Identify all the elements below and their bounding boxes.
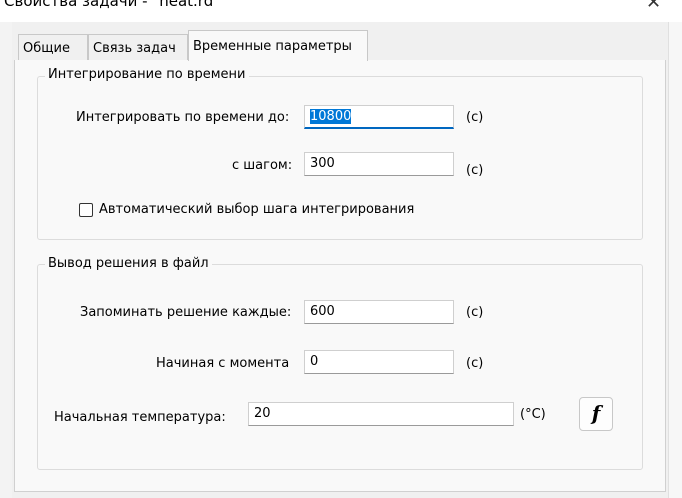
tab-task-link[interactable]: Связь задач	[88, 34, 188, 61]
integrate-until-input[interactable]: 10800	[304, 105, 454, 129]
save-every-input[interactable]: 600	[304, 300, 454, 324]
integrate-until-value: 10800	[310, 109, 352, 124]
window-title: Свойства задачи - "heat.rd"	[4, 0, 221, 10]
step-input[interactable]: 300	[304, 152, 454, 176]
tab-general[interactable]: Общие	[18, 34, 88, 61]
function-button[interactable]: f	[579, 397, 613, 431]
initial-temperature-label: Начальная температура:	[54, 410, 226, 425]
initial-temperature-unit: (°C)	[520, 407, 546, 422]
auto-step-label[interactable]: Автоматический выбор шага интегрирования	[99, 202, 414, 217]
tab-time-parameters[interactable]: Временные параметры	[188, 30, 368, 61]
integrate-until-label: Интегрировать по времени до:	[76, 110, 290, 125]
step-unit: (c)	[466, 163, 484, 178]
output-group-legend: Вывод решения в файл	[45, 256, 212, 271]
start-from-input[interactable]: 0	[304, 350, 454, 374]
integration-group-legend: Интегрирование по времени	[45, 67, 249, 82]
background-window-left	[0, 22, 12, 498]
save-every-unit: (c)	[466, 305, 484, 320]
start-from-label: Начиная с момента	[156, 356, 290, 371]
save-every-label: Запоминать решение каждые:	[80, 305, 292, 320]
initial-temperature-input[interactable]: 20	[248, 402, 514, 426]
auto-step-checkbox[interactable]	[79, 203, 93, 217]
step-label: с шагом:	[232, 158, 293, 173]
integrate-until-unit: (c)	[466, 110, 484, 125]
start-from-unit: (c)	[466, 356, 484, 371]
close-icon[interactable]: ✕	[646, 0, 661, 13]
background-window-right	[668, 22, 682, 498]
